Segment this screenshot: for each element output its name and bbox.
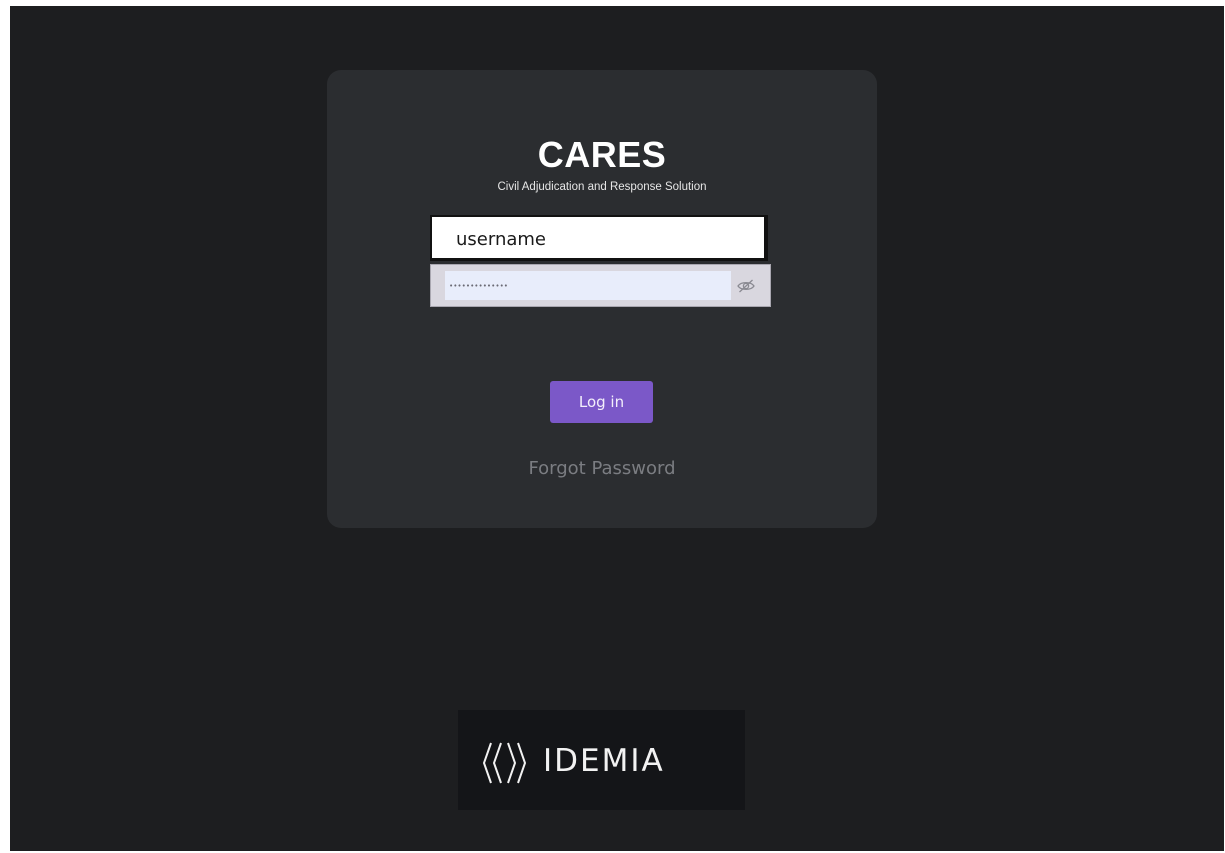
username-input[interactable]: [456, 226, 746, 252]
brand-name: IDEMIA: [543, 743, 665, 779]
eye-slash-icon[interactable]: [734, 274, 758, 298]
login-button[interactable]: Log in: [550, 381, 653, 423]
forgot-password-link[interactable]: Forgot Password: [327, 458, 877, 479]
brand-logo: IDEMIA: [458, 710, 745, 810]
idemia-chevron-logo-icon: [482, 740, 536, 786]
password-input-wrapper: [445, 271, 731, 300]
app-title: CARES: [537, 134, 667, 175]
login-screen: CARES Civil Adjudication and Response So…: [10, 6, 1224, 851]
username-field[interactable]: [430, 215, 768, 261]
password-input[interactable]: [445, 271, 731, 300]
app-subtitle: Civil Adjudication and Response Solution: [497, 181, 707, 193]
login-card: CARES Civil Adjudication and Response So…: [327, 70, 877, 528]
password-field[interactable]: [430, 264, 771, 307]
